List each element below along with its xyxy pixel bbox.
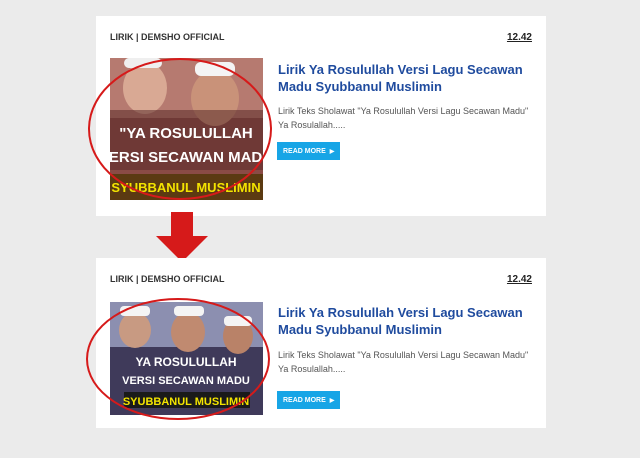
- chevron-right-icon: ▶: [329, 148, 335, 155]
- post-time[interactable]: 12.42: [507, 32, 532, 43]
- post-thumbnail[interactable]: "YA ROSULULLAH VERSI SECAWAN MADU SYUBBA…: [110, 58, 263, 200]
- read-more-label: READ MORE: [283, 396, 326, 404]
- read-more-label: READ MORE: [283, 147, 326, 155]
- post-excerpt: Lirik Teks Sholawat "Ya Rosulullah Versi…: [278, 106, 529, 130]
- post-time[interactable]: 12.42: [507, 274, 532, 285]
- post-thumbnail[interactable]: YA ROSULULLAH VERSI SECAWAN MADU SYUBBAN…: [110, 302, 263, 415]
- post-card-before: LIRIK | DEMSHO OFFICIAL 12.42 "YA ROSULU…: [96, 16, 546, 216]
- thumb-line-2: VERSI SECAWAN MADU: [110, 149, 263, 166]
- post-category[interactable]: LIRIK | DEMSHO OFFICIAL: [110, 274, 225, 285]
- post-category[interactable]: LIRIK | DEMSHO OFFICIAL: [110, 32, 225, 43]
- thumb-line-1: "YA ROSULULLAH: [119, 125, 253, 142]
- post-meta: LIRIK | DEMSHO OFFICIAL 12.42: [110, 274, 532, 285]
- post-excerpt: Lirik Teks Sholawat "Ya Rosulullah Versi…: [278, 350, 529, 374]
- post-title[interactable]: Lirik Ya Rosulullah Versi Lagu Secawan M…: [278, 61, 532, 95]
- chevron-right-icon: ▶: [329, 397, 335, 404]
- read-more-button[interactable]: READ MORE ▶: [277, 391, 341, 409]
- read-more-button[interactable]: READ MORE ▶: [277, 142, 341, 160]
- post-meta: LIRIK | DEMSHO OFFICIAL 12.42: [110, 32, 532, 43]
- thumb-line-1: YA ROSULULLAH: [135, 355, 236, 369]
- thumb-line-3: SYUBBANUL MUSLIMIN: [111, 180, 260, 195]
- down-arrow-icon: [156, 212, 208, 262]
- post-card-after: LIRIK | DEMSHO OFFICIAL 12.42 YA ROSULUL…: [96, 258, 546, 428]
- post-title[interactable]: Lirik Ya Rosulullah Versi Lagu Secawan M…: [278, 304, 532, 338]
- thumb-line-3: SYUBBANUL MUSLIMIN: [123, 396, 249, 408]
- thumb-line-2: VERSI SECAWAN MADU: [122, 375, 250, 387]
